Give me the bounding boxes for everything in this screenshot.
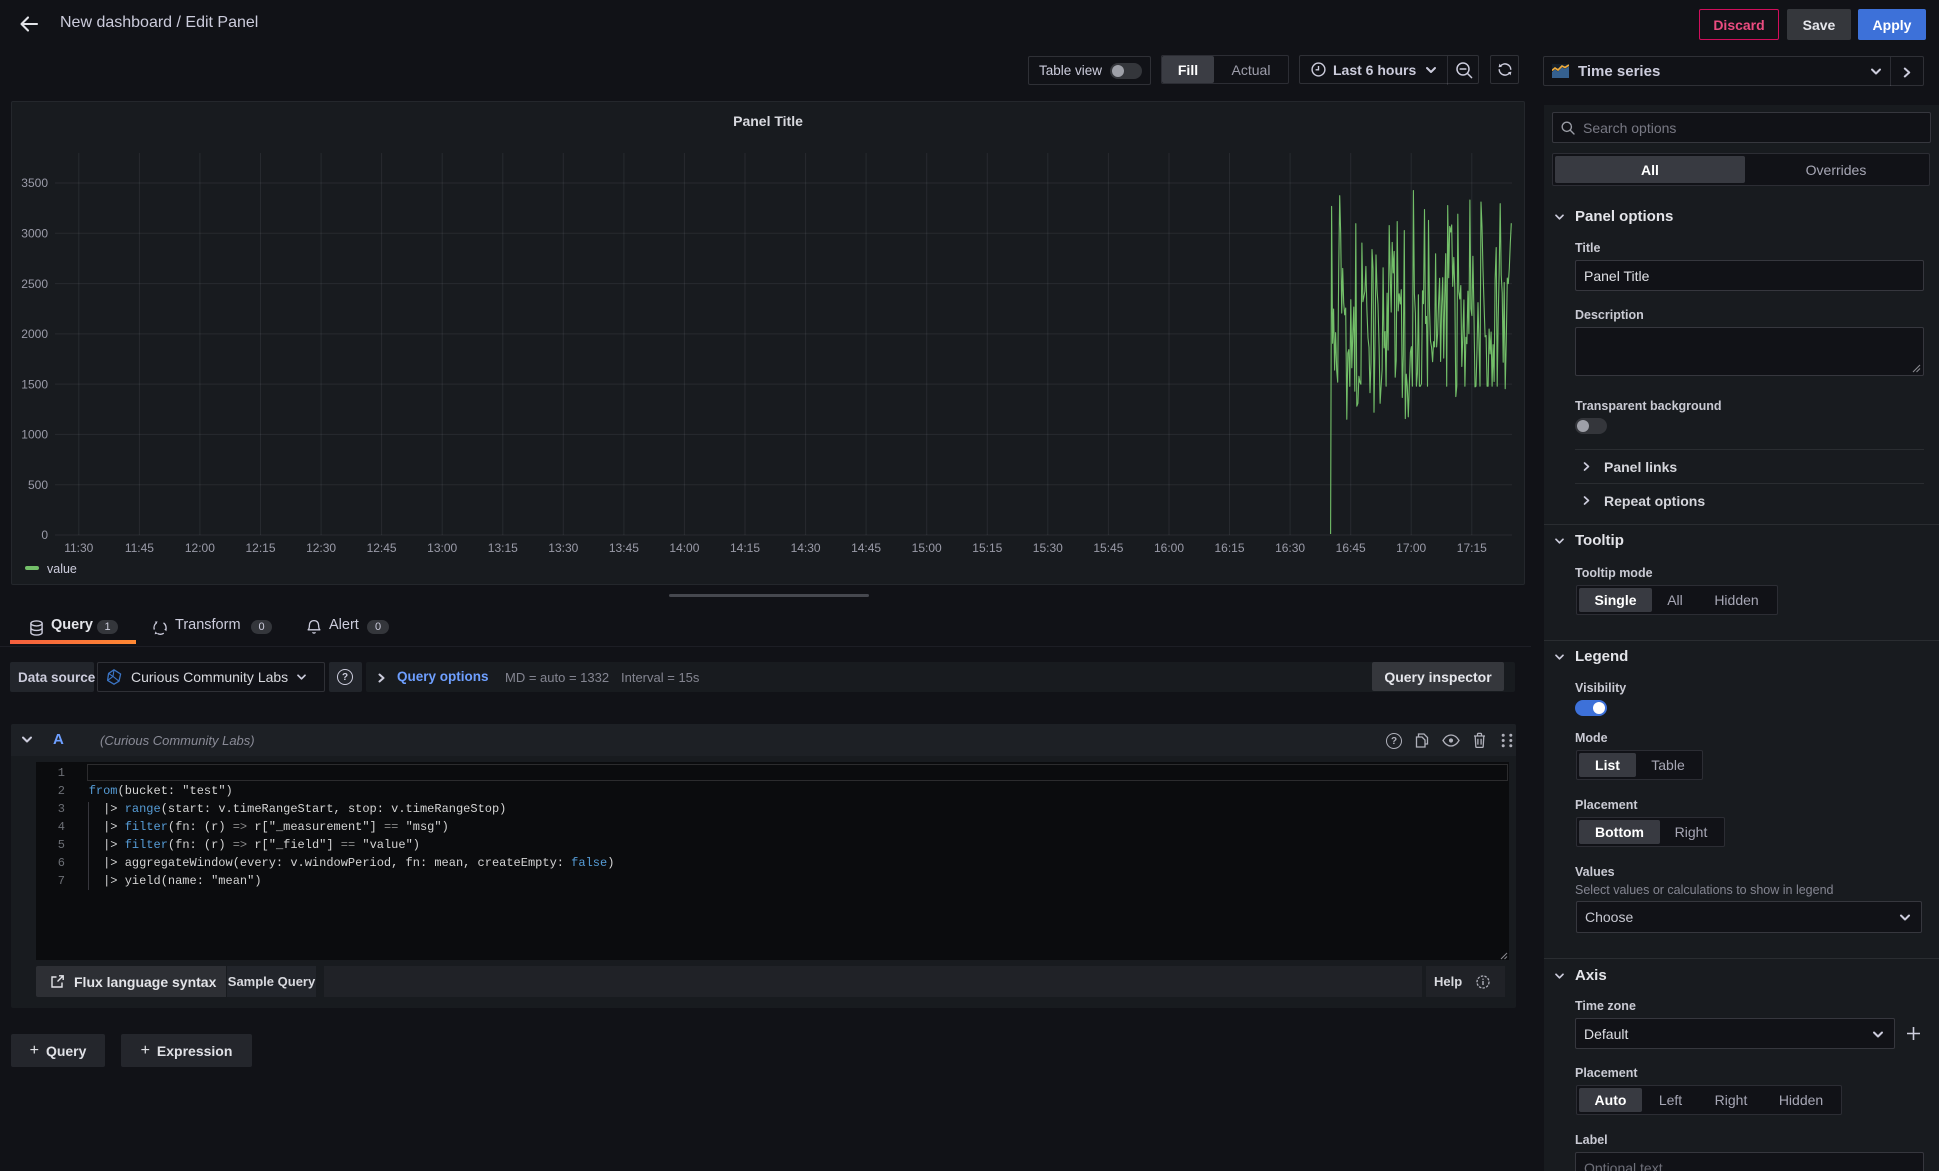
svg-text:14:30: 14:30 <box>791 541 821 555</box>
svg-text:13:00: 13:00 <box>427 541 457 555</box>
svg-text:17:00: 17:00 <box>1396 541 1426 555</box>
svg-text:1500: 1500 <box>21 377 48 391</box>
svg-text:3500: 3500 <box>21 176 48 190</box>
svg-text:2500: 2500 <box>21 277 48 291</box>
svg-text:15:00: 15:00 <box>912 541 942 555</box>
svg-text:11:45: 11:45 <box>125 541 154 555</box>
svg-text:500: 500 <box>28 478 48 492</box>
svg-text:15:45: 15:45 <box>1093 541 1123 555</box>
svg-text:17:15: 17:15 <box>1457 541 1487 555</box>
svg-text:0: 0 <box>41 528 48 542</box>
svg-text:1000: 1000 <box>21 428 48 442</box>
svg-text:15:15: 15:15 <box>972 541 1002 555</box>
svg-text:12:15: 12:15 <box>245 541 275 555</box>
svg-text:16:45: 16:45 <box>1336 541 1366 555</box>
svg-text:13:30: 13:30 <box>548 541 578 555</box>
svg-text:13:15: 13:15 <box>488 541 518 555</box>
svg-text:13:45: 13:45 <box>609 541 639 555</box>
svg-text:3000: 3000 <box>21 227 48 241</box>
svg-text:16:15: 16:15 <box>1214 541 1244 555</box>
svg-text:12:45: 12:45 <box>367 541 397 555</box>
svg-text:12:00: 12:00 <box>185 541 215 555</box>
svg-text:14:00: 14:00 <box>669 541 699 555</box>
svg-text:12:30: 12:30 <box>306 541 336 555</box>
svg-text:14:45: 14:45 <box>851 541 881 555</box>
svg-text:16:00: 16:00 <box>1154 541 1184 555</box>
svg-text:16:30: 16:30 <box>1275 541 1305 555</box>
svg-text:value: value <box>47 562 77 576</box>
svg-text:14:15: 14:15 <box>730 541 760 555</box>
svg-text:11:30: 11:30 <box>64 541 93 555</box>
svg-text:15:30: 15:30 <box>1033 541 1063 555</box>
svg-text:2000: 2000 <box>21 327 48 341</box>
